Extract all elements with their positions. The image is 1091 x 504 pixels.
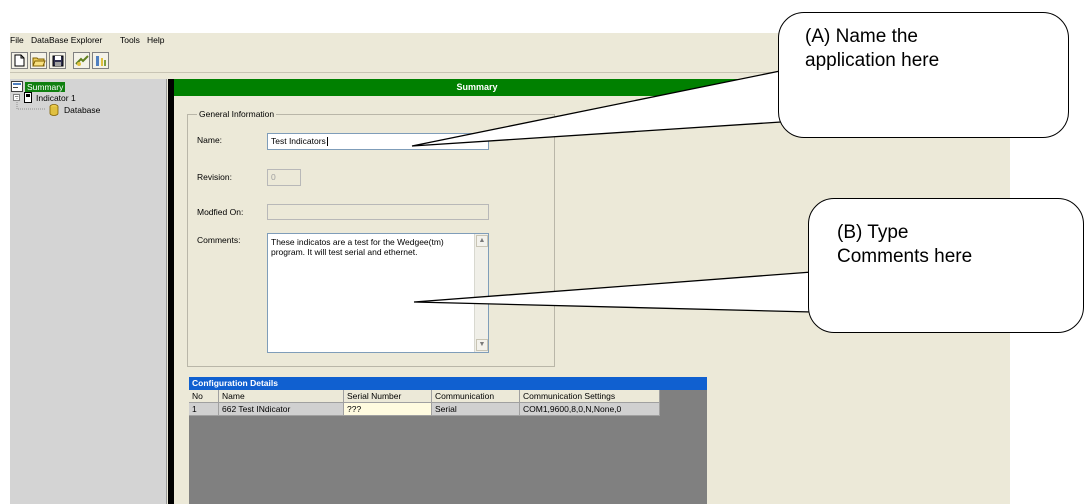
callout-b: (B) Type Comments here <box>808 198 1084 333</box>
callout-a-pointer <box>411 69 786 147</box>
callout-b-line-1: (B) Type <box>837 222 909 243</box>
callout-b-pointer <box>413 271 813 313</box>
callout-a-line-2: application here <box>805 50 940 71</box>
callout-a: (A) Name the application here <box>778 12 1069 138</box>
callout-a-line-1: (A) Name the <box>805 26 918 47</box>
callout-b-line-2: Comments here <box>837 246 973 267</box>
